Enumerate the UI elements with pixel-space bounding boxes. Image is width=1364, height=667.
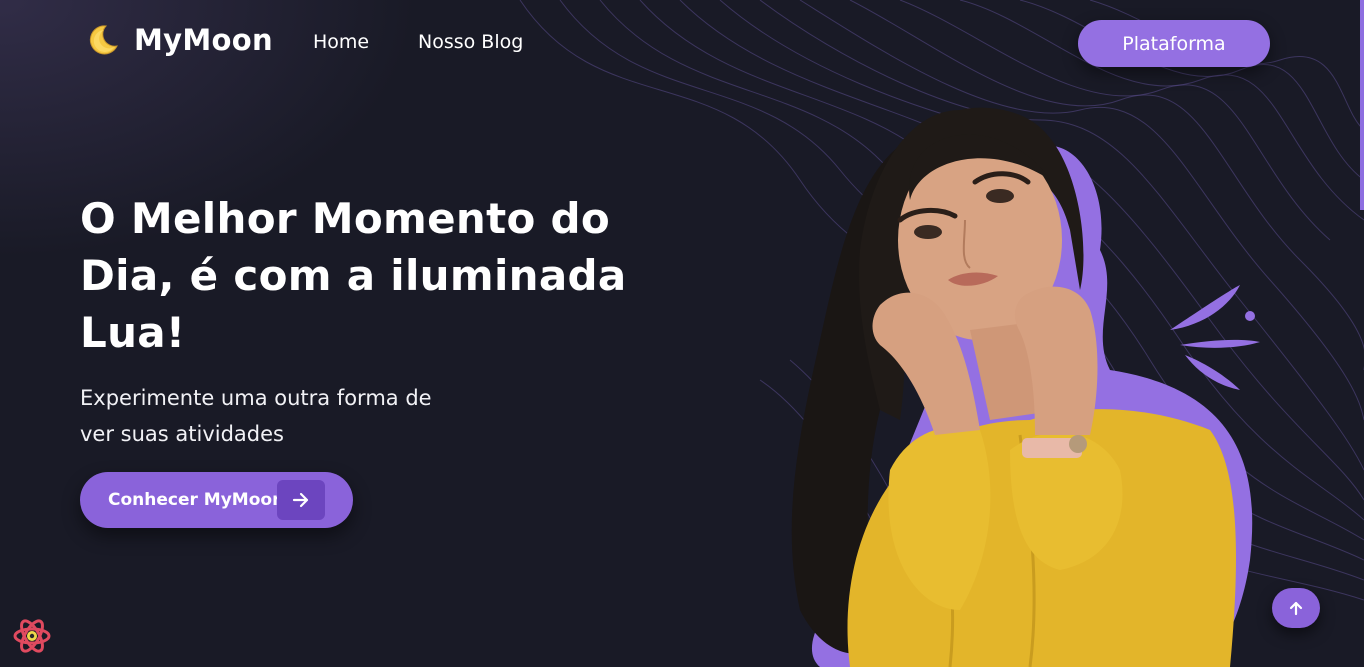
arrow-right-icon (277, 480, 325, 520)
cta-label: Conhecer MyMoon (108, 490, 285, 510)
platform-button[interactable]: Plataforma (1078, 20, 1270, 67)
splash-decoration (1170, 285, 1260, 390)
react-icon[interactable] (12, 617, 52, 655)
hero-title-line-1: O Melhor Momento do (80, 194, 611, 243)
hero-title-line-3: Lua! (80, 308, 186, 357)
scroll-to-top-button[interactable] (1272, 588, 1320, 628)
brand-name: MyMoon (134, 23, 273, 57)
crescent-moon-icon (89, 25, 118, 55)
nav-link-blog[interactable]: Nosso Blog (418, 31, 523, 53)
hero-woman-illustration (791, 107, 1260, 667)
arrow-up-icon (1289, 601, 1303, 616)
top-navigation: MyMoon Home Nosso Blog Plataforma (0, 0, 1364, 86)
hero-subtitle-line-2: ver suas atividades (80, 422, 284, 446)
hero-title: O Melhor Momento do Dia, é com a ilumina… (80, 190, 640, 361)
hero-subtitle-line-1: Experimente uma outra forma de (80, 386, 432, 410)
hero-subtitle: Experimente uma outra forma de ver suas … (80, 380, 460, 452)
brand-logo[interactable]: MyMoon (84, 22, 273, 58)
hero-title-line-2: Dia, é com a iluminada (80, 251, 627, 300)
discover-mymoon-button[interactable]: Conhecer MyMoon (80, 472, 353, 528)
nav-link-home[interactable]: Home (313, 31, 369, 53)
